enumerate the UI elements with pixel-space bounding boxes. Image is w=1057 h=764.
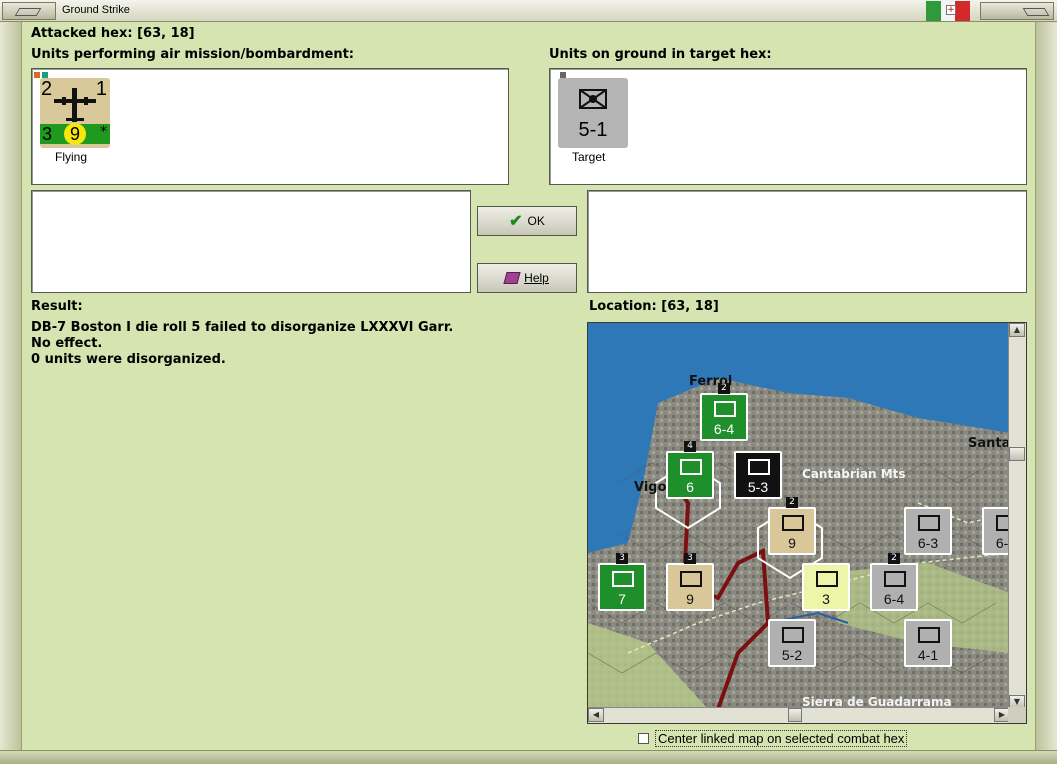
air-units-list[interactable]: 2 1 3 9 * Flying — [31, 68, 509, 185]
scroll-left-button[interactable]: ◀ — [588, 708, 604, 722]
stack-count-badge: 2 — [786, 497, 798, 508]
unit-type-icon — [782, 627, 804, 643]
right-frame — [1035, 22, 1057, 762]
vertical-scroll-thumb[interactable] — [1009, 447, 1025, 461]
unit-type-icon — [612, 571, 634, 587]
stack-count-badge: 3 — [684, 553, 696, 564]
plus-icon[interactable]: + — [946, 5, 956, 15]
result-line: DB-7 Boston I die roll 5 failed to disor… — [31, 320, 454, 335]
ground-strike-window: Ground Strike + Attacked hex: [63, 18] U… — [0, 0, 1057, 764]
map-unit-counter[interactable]: 4-1 — [904, 619, 952, 667]
unit-type-icon — [680, 571, 702, 587]
ground-units-list[interactable]: 5-1 Target — [549, 68, 1027, 185]
result-line: 0 units were disorganized. — [31, 352, 226, 367]
attacked-hex-label: Attacked hex: [63, 18] — [31, 26, 195, 41]
map-unit-value: 5-2 — [781, 647, 803, 663]
map-vertical-scrollbar[interactable]: ▲ ▼ — [1008, 323, 1026, 709]
ok-button[interactable]: ✔ OK — [477, 206, 577, 236]
window-title: Ground Strike — [62, 4, 130, 16]
map-unit-counter[interactable]: 6-3 — [904, 507, 952, 555]
location-label: Location: [63, 18] — [589, 299, 719, 314]
map-horizontal-scrollbar[interactable]: ◀ ▶ — [588, 707, 1010, 723]
unit-type-icon — [884, 571, 906, 587]
map-label-vigo: Vigo — [634, 480, 667, 495]
ground-unit-counter[interactable]: 5-1 — [558, 72, 628, 148]
scrollbar-corner — [1008, 707, 1026, 723]
center-map-checkbox-label[interactable]: Center linked map on selected combat hex — [655, 730, 908, 747]
unit-type-icon — [816, 571, 838, 587]
unit-type-icon — [782, 515, 804, 531]
map-unit-counter[interactable]: 93 — [666, 553, 714, 611]
unit-type-icon — [680, 459, 702, 475]
unit-type-icon — [918, 627, 940, 643]
map-unit-value: 9 — [686, 591, 694, 607]
map-label-cantabrian-mts: Cantabrian Mts — [802, 467, 906, 481]
ground-units-label: Units on ground in target hex: — [549, 47, 772, 62]
checkmark-icon: ✔ — [509, 213, 523, 230]
unit-type-icon — [748, 459, 770, 475]
air-unit-caption: Flying — [55, 150, 88, 164]
stack-count-badge: 2 — [718, 383, 730, 394]
map-unit-value: 6-4 — [713, 421, 735, 437]
stack-count-badge: 4 — [684, 441, 696, 452]
map-unit-value: 5-3 — [747, 479, 769, 495]
scroll-up-button[interactable]: ▲ — [1009, 323, 1025, 337]
stack-count-badge: 3 — [616, 553, 628, 564]
map-unit-counter[interactable]: 5-3 — [734, 451, 782, 499]
bottom-frame — [0, 750, 1057, 764]
map-unit-counter[interactable]: 6-4 2 — [870, 553, 918, 611]
air-units-label: Units performing air mission/bombardment… — [31, 47, 355, 62]
map-unit-counter[interactable]: 73 — [598, 553, 646, 611]
map-unit-counter[interactable]: 5-2 — [768, 619, 816, 667]
horizontal-scroll-thumb[interactable] — [788, 708, 802, 722]
left-frame — [0, 22, 22, 762]
garrison-icon — [579, 89, 607, 109]
ground-unit-caption: Target — [572, 150, 606, 164]
unit-type-icon — [714, 401, 736, 417]
air-unit-details — [31, 190, 471, 293]
close-button[interactable] — [980, 2, 1054, 20]
map-unit-value: 4-1 — [917, 647, 939, 663]
unit-type-icon — [918, 515, 940, 531]
help-button[interactable]: Help — [477, 263, 577, 293]
location-map[interactable]: Ferrol Vigo Santa Cantabrian Mts Sierra … — [587, 322, 1027, 724]
center-map-checkbox[interactable] — [638, 733, 649, 744]
map-unit-value: 6-3 — [917, 535, 939, 551]
map-label-santa: Santa — [968, 436, 1010, 451]
help-book-icon — [503, 272, 521, 284]
window-menu-button[interactable] — [2, 2, 56, 20]
ground-unit-details — [587, 190, 1027, 293]
result-label: Result: — [31, 299, 83, 314]
map-unit-value: 6 — [686, 479, 694, 495]
bomber-plane-icon — [54, 88, 96, 122]
map-unit-counter[interactable]: 3 — [802, 563, 850, 611]
result-line: No effect. — [31, 336, 103, 351]
air-unit-counter[interactable]: 2 1 3 9 * — [34, 72, 110, 148]
map-unit-value: 6-4 — [883, 591, 905, 607]
map-unit-counter[interactable]: 64 — [666, 441, 714, 499]
stack-count-badge: 2 — [888, 553, 900, 564]
map-unit-counter[interactable]: 6-4 2 — [700, 383, 748, 441]
map-unit-value: 7 — [618, 591, 626, 607]
map-unit-counter[interactable]: 92 — [768, 497, 816, 555]
title-bar[interactable]: Ground Strike + — [0, 0, 1057, 22]
map-unit-value: 9 — [788, 535, 796, 551]
map-unit-value: 3 — [822, 591, 830, 607]
